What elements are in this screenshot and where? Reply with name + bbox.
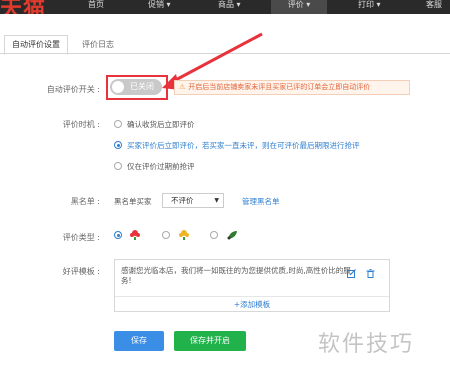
review-type-options bbox=[114, 229, 238, 240]
timing-option-after-buyer[interactable]: 买家评价后立即评价，若买家一直未评，则在可评价最后期限进行抢评 bbox=[114, 140, 360, 151]
timing-option-confirm[interactable]: 确认收货后立即评价 bbox=[114, 119, 195, 130]
radio-bad[interactable] bbox=[210, 231, 219, 239]
warning-icon: ⚠ bbox=[179, 83, 186, 91]
timing-option-label: 仅在评价过期前抢评 bbox=[127, 162, 195, 171]
blacklist-select[interactable]: 不评价 ▼ bbox=[162, 193, 224, 208]
manage-blacklist-link[interactable]: 管理黑名单 bbox=[242, 196, 280, 207]
timing-option-label: 确认收货后立即评价 bbox=[127, 120, 195, 129]
caret-down-icon: ▼ bbox=[214, 197, 219, 204]
delete-icon[interactable] bbox=[366, 269, 375, 278]
review-type-label: 评价类型 : bbox=[62, 233, 100, 242]
nav-item-service[interactable]: 客服 bbox=[426, 0, 442, 14]
radio-button[interactable] bbox=[114, 120, 122, 128]
neutral-review-flower-icon bbox=[178, 230, 189, 240]
template-label: 好评模板 : bbox=[62, 267, 100, 276]
radio-button[interactable] bbox=[114, 162, 122, 170]
highlight-box bbox=[106, 75, 168, 100]
warning-banner: ⚠ 开启后当前店铺卖家未评且买家已评的订单会立即自动评价 bbox=[174, 80, 410, 95]
save-and-enable-button[interactable]: 保存并开启 bbox=[174, 331, 246, 351]
nav-item-print[interactable]: 打印 ▾ bbox=[358, 0, 381, 14]
radio-button-selected[interactable] bbox=[114, 141, 122, 149]
radio-neutral[interactable] bbox=[162, 231, 171, 239]
timing-option-before-expire[interactable]: 仅在评价过期前抢评 bbox=[114, 161, 195, 172]
edit-icon[interactable] bbox=[347, 269, 356, 278]
template-text: 感谢您光临本店，我们将一如既往的为您提供优质,时尚,高性价比的服务! bbox=[121, 266, 351, 285]
bad-review-leaf-icon bbox=[227, 231, 237, 240]
add-template-button[interactable]: +添加模板 bbox=[115, 297, 389, 312]
blacklist-label: 黑名单 : bbox=[70, 197, 100, 206]
warning-text: 开启后当前店铺卖家未评且买家已评的订单会立即自动评价 bbox=[188, 83, 371, 91]
watermark-text: 软件技巧 bbox=[318, 332, 415, 357]
auto-review-label: 自动评价开关 : bbox=[46, 85, 100, 94]
blacklist-select-value: 不评价 bbox=[171, 196, 194, 205]
timing-label: 评价时机 : bbox=[62, 120, 100, 129]
good-review-flower-icon bbox=[130, 230, 141, 240]
timing-option-label: 买家评价后立即评价，若买家一直未评，则在可评价最后期限进行抢评 bbox=[127, 141, 360, 150]
save-button[interactable]: 保存 bbox=[114, 331, 164, 351]
radio-good[interactable] bbox=[114, 231, 122, 239]
review-template-box: 感谢您光临本店，我们将一如既往的为您提供优质,时尚,高性价比的服务! +添加模板 bbox=[114, 259, 390, 312]
blacklist-prefix: 黑名单买家 bbox=[114, 197, 152, 206]
